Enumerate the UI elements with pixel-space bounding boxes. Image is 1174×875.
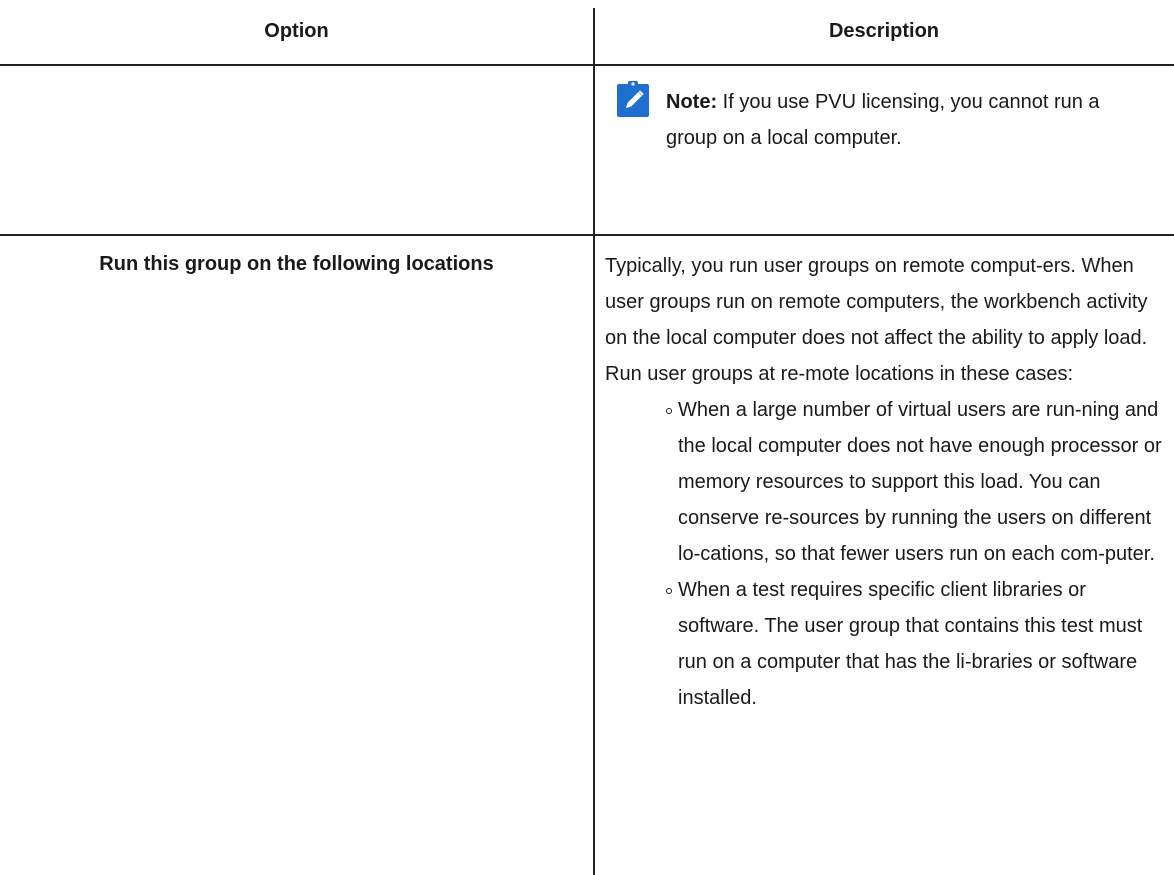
pencil-note-icon	[617, 81, 649, 117]
note-body: If you use PVU licensing, you cannot run…	[666, 91, 1100, 149]
note-label: Note:	[666, 91, 718, 113]
list-item: When a large number of virtual users are…	[666, 392, 1165, 572]
option-run-on-locations: Run this group on the following location…	[99, 253, 494, 275]
list-item: When a test requires specific client lib…	[666, 572, 1165, 716]
row-divider	[0, 234, 1174, 236]
description-paragraph: Typically, you run user groups on remote…	[605, 255, 1148, 385]
cases-list: When a large number of virtual users are…	[605, 392, 1165, 716]
header-rule	[0, 64, 1174, 66]
column-header-option: Option	[264, 20, 329, 42]
column-divider	[593, 8, 595, 875]
column-header-description: Description	[828, 20, 940, 42]
note-text: Note: If you use PVU licensing, you cann…	[666, 84, 1156, 156]
description-run-on-locations: Typically, you run user groups on remote…	[605, 248, 1165, 716]
options-table: Option Description Note: If you use PVU …	[0, 0, 1174, 875]
